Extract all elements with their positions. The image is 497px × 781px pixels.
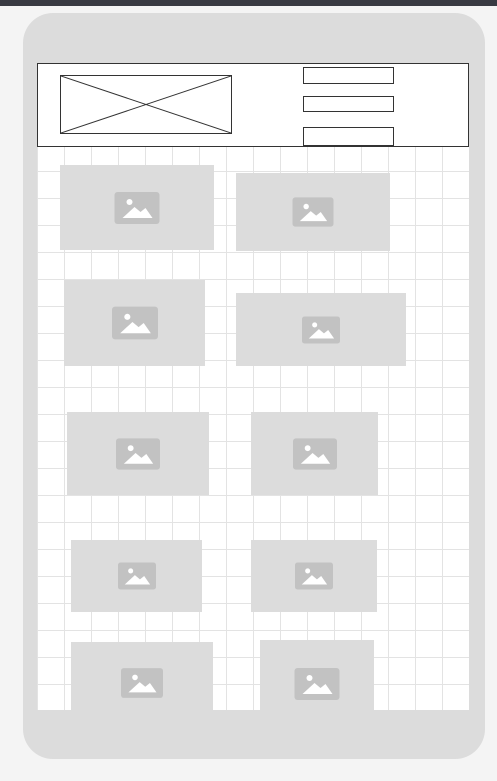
nav-item-2[interactable]	[303, 96, 394, 112]
nav-item-3[interactable]	[303, 127, 394, 146]
image-icon	[121, 667, 163, 698]
image-card-9[interactable]	[71, 642, 213, 710]
logo-placeholder[interactable]	[60, 75, 232, 134]
image-card-6[interactable]	[251, 412, 378, 495]
image-card-7[interactable]	[71, 540, 202, 612]
nav-item-1[interactable]	[303, 67, 394, 84]
image-icon	[111, 306, 158, 340]
screen-canvas	[37, 63, 469, 710]
image-placeholder-icon	[61, 76, 231, 133]
image-icon	[302, 315, 340, 344]
image-icon	[295, 562, 333, 590]
top-strip	[0, 0, 497, 6]
image-icon	[292, 437, 337, 470]
image-card-8[interactable]	[251, 540, 377, 612]
image-card-4[interactable]	[236, 293, 406, 366]
image-card-2[interactable]	[236, 173, 390, 251]
image-icon	[292, 197, 334, 227]
image-icon	[114, 191, 160, 224]
image-icon	[117, 562, 156, 590]
image-card-1[interactable]	[60, 165, 214, 250]
image-icon	[116, 437, 160, 470]
image-icon	[294, 668, 340, 701]
image-card-10[interactable]	[260, 640, 374, 710]
image-card-5[interactable]	[67, 412, 209, 495]
image-card-3[interactable]	[64, 280, 205, 366]
